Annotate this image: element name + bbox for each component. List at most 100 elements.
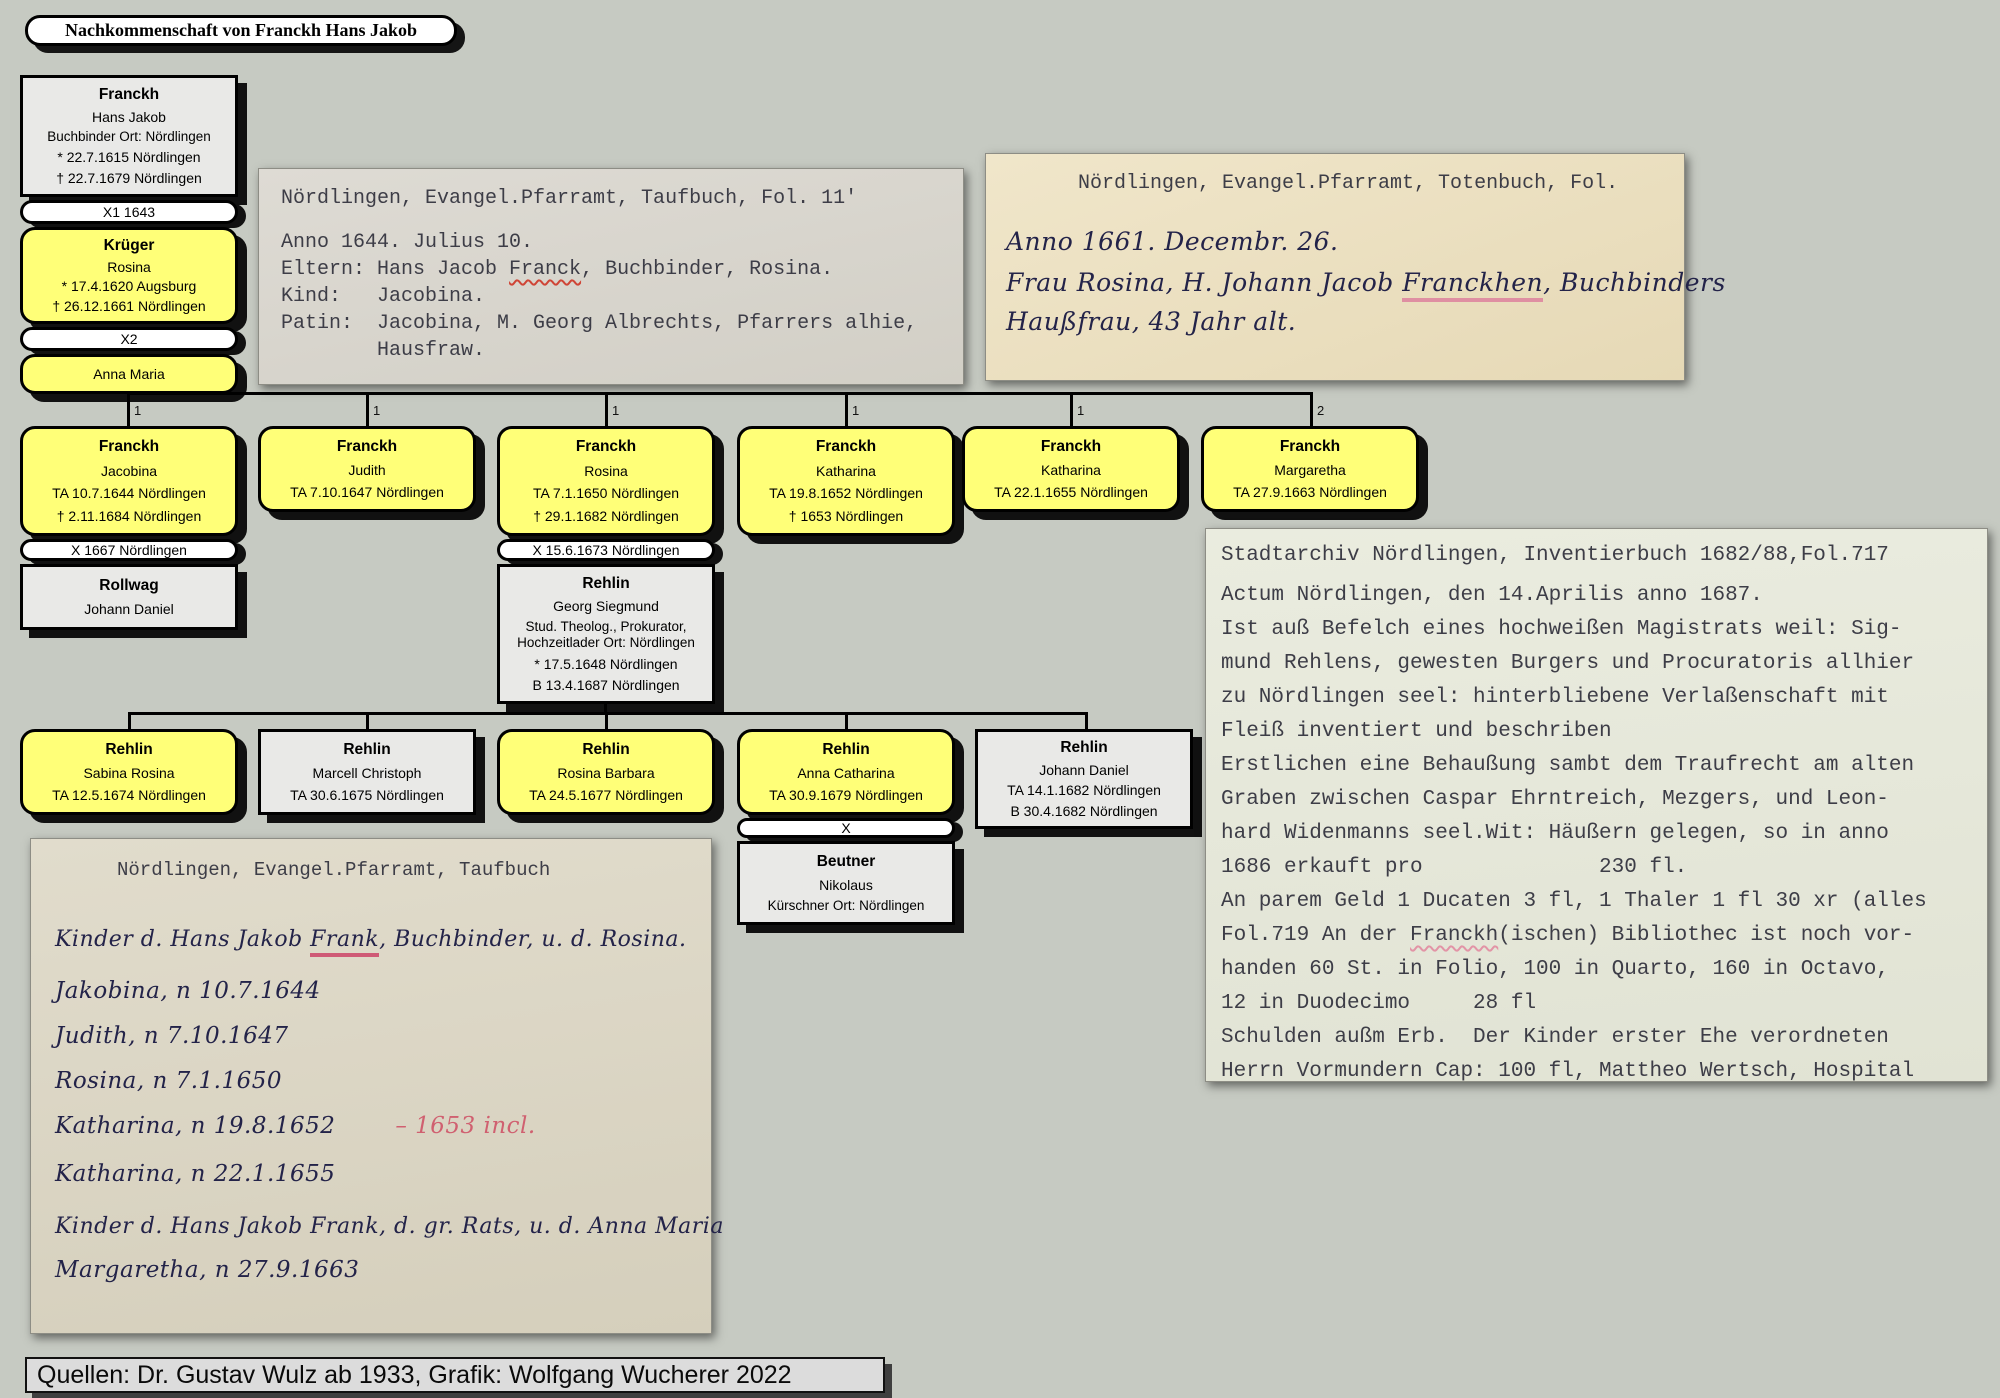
document-line: Patin: Jacobina, M. Georg Albrechts, Pfa… bbox=[281, 310, 941, 337]
person-box-krueger-rosina: Krüger Rosina * 17.4.1620 Augsburg † 26.… bbox=[20, 227, 238, 324]
document-header: Nördlingen, Evangel.Pfarramt, Taufbuch bbox=[55, 859, 687, 881]
person-box-rehlin-johann-daniel: Rehlin Johann Daniel TA 14.1.1682 Nördli… bbox=[975, 729, 1193, 829]
marriage-label: X1 1643 bbox=[103, 204, 155, 220]
text-run: , Buchbinders bbox=[1543, 268, 1726, 297]
person-burial: B 13.4.1687 Nördlingen bbox=[532, 677, 679, 693]
connector-drop bbox=[1070, 392, 1073, 426]
person-name: Sabina Rosina bbox=[83, 765, 174, 781]
document-taufbuch-typed: Nördlingen, Evangel.Pfarramt, Taufbuch, … bbox=[258, 168, 964, 385]
person-surname: Rehlin bbox=[1060, 739, 1107, 757]
person-occupation-line1: Stud. Theolog., Prokurator, bbox=[525, 619, 686, 634]
document-header: Nördlingen, Evangel.Pfarramt, Totenbuch,… bbox=[1006, 172, 1664, 195]
person-name: Johann Daniel bbox=[84, 601, 174, 617]
document-line: Herrn Vormundern Cap: 100 fl, Mattheo We… bbox=[1221, 1055, 1972, 1089]
person-death: † 1653 Nördlingen bbox=[789, 508, 903, 524]
document-line: mund Rehlens, gewesten Burgers und Procu… bbox=[1221, 647, 1972, 681]
person-death: † 26.12.1661 Nördlingen bbox=[52, 298, 205, 314]
person-surname: Franckh bbox=[337, 438, 397, 456]
document-line: hard Widenmanns seel.Wit: Häußern gelege… bbox=[1221, 817, 1972, 851]
marriage-number-tag: 1 bbox=[852, 403, 859, 418]
person-name: Anna Maria bbox=[93, 366, 165, 382]
person-surname: Franckh bbox=[576, 438, 636, 456]
person-surname: Rehlin bbox=[105, 741, 152, 759]
source-caption-text: Quellen: Dr. Gustav Wulz ab 1933, Grafik… bbox=[37, 1361, 792, 1390]
person-surname: Franckh bbox=[1041, 438, 1101, 456]
person-box-franckh-katharina-1655: Franckh Katharina TA 22.1.1655 Nördlinge… bbox=[962, 426, 1180, 512]
handwritten-line: Anno 1661. Decembr. 26. bbox=[1006, 227, 1664, 256]
person-surname: Rehlin bbox=[582, 741, 629, 759]
text-run: Kinder d. Hans Jakob bbox=[55, 927, 310, 952]
person-name: Rosina bbox=[584, 463, 628, 479]
underlined-name: Franckh bbox=[1410, 924, 1498, 947]
person-baptism: TA 14.1.1682 Nördlingen bbox=[1007, 782, 1161, 798]
person-surname: Rehlin bbox=[822, 741, 869, 759]
person-box-franckh-hans-jakob: Franckh Hans Jakob Buchbinder Ort: Nördl… bbox=[20, 75, 238, 197]
person-surname: Franckh bbox=[99, 438, 159, 456]
connector-drop bbox=[845, 392, 848, 426]
marriage-number-tag: 1 bbox=[612, 403, 619, 418]
person-death: † 22.7.1679 Nördlingen bbox=[56, 170, 202, 186]
person-surname: Franckh bbox=[1280, 438, 1340, 456]
document-inventierbuch: Stadtarchiv Nördlingen, Inventierbuch 16… bbox=[1205, 528, 1988, 1082]
handwritten-line: Frau Rosina, H. Johann Jacob Franckhen, … bbox=[1006, 268, 1664, 297]
connector-drop bbox=[366, 392, 369, 426]
marriage-label: X bbox=[841, 820, 850, 836]
person-surname: Krüger bbox=[104, 237, 155, 255]
connector-drop bbox=[845, 712, 848, 729]
person-name: Nikolaus bbox=[819, 877, 873, 893]
person-occupation: Buchbinder Ort: Nördlingen bbox=[47, 129, 211, 144]
person-baptism: TA 7.1.1650 Nördlingen bbox=[533, 485, 679, 501]
connector-gen1-horizontal bbox=[127, 392, 1313, 395]
handwritten-line: Judith, n 7.10.1647 bbox=[55, 1023, 687, 1049]
person-baptism: TA 19.8.1652 Nördlingen bbox=[769, 485, 923, 501]
connector-drop bbox=[605, 712, 608, 729]
connector-drop bbox=[128, 712, 131, 729]
person-box-franckh-judith: Franckh Judith TA 7.10.1647 Nördlingen bbox=[258, 426, 476, 512]
person-baptism: TA 24.5.1677 Nördlingen bbox=[529, 787, 683, 803]
document-line: Fol.719 An der Franckh(ischen) Bibliothe… bbox=[1221, 919, 1972, 953]
text-run: Frau Rosina, H. Johann Jacob bbox=[1006, 268, 1402, 297]
source-caption: Quellen: Dr. Gustav Wulz ab 1933, Grafik… bbox=[25, 1357, 885, 1393]
person-box-rehlin-sabina-rosina: Rehlin Sabina Rosina TA 12.5.1674 Nördli… bbox=[20, 729, 238, 815]
handwritten-line: Katharina, n 22.1.1655 bbox=[55, 1161, 687, 1187]
person-baptism: TA 27.9.1663 Nördlingen bbox=[1233, 484, 1387, 500]
person-name: Katharina bbox=[1041, 462, 1101, 478]
person-name: Anna Catharina bbox=[797, 765, 894, 781]
marriage-number-tag: 1 bbox=[373, 403, 380, 418]
text-run: Katharina, n 19.8.1652 bbox=[55, 1113, 335, 1139]
person-death: † 29.1.1682 Nördlingen bbox=[533, 508, 679, 524]
document-line: Eltern: Hans Jacob Franck, Buchbinder, R… bbox=[281, 256, 941, 283]
text-run: , Buchbinder, u. d. Rosina. bbox=[379, 927, 686, 952]
red-annotation: – 1653 incl. bbox=[395, 1113, 535, 1139]
person-box-rehlin-rosina-barbara: Rehlin Rosina Barbara TA 24.5.1677 Nördl… bbox=[497, 729, 715, 815]
person-occupation-line2: Hochzeitlader Ort: Nördlingen bbox=[517, 635, 695, 650]
document-line: An parem Geld 1 Ducaten 3 fl, 1 Thaler 1… bbox=[1221, 885, 1972, 919]
handwritten-line: Rosina, n 7.1.1650 bbox=[55, 1068, 687, 1094]
marriage-pill-x1: X1 1643 bbox=[20, 200, 238, 224]
document-taufbuch-handwritten: Nördlingen, Evangel.Pfarramt, Taufbuch K… bbox=[30, 838, 712, 1334]
handwritten-line: Kinder d. Hans Jakob Frank, d. gr. Rats,… bbox=[55, 1214, 687, 1239]
document-line: Graben zwischen Caspar Ehrntreich, Mezge… bbox=[1221, 783, 1972, 817]
document-line: 12 in Duodecimo 28 fl bbox=[1221, 987, 1972, 1021]
document-totenbuch: Nördlingen, Evangel.Pfarramt, Totenbuch,… bbox=[985, 153, 1685, 381]
person-box-rehlin-marcell-christoph: Rehlin Marcell Christoph TA 30.6.1675 Nö… bbox=[258, 729, 476, 815]
handwritten-line: Haußfrau, 43 Jahr alt. bbox=[1006, 307, 1664, 336]
handwritten-line: Kinder d. Hans Jakob Frank, Buchbinder, … bbox=[55, 927, 687, 952]
marriage-number-tag: 1 bbox=[1077, 403, 1084, 418]
document-line: Actum Nördlingen, den 14.Aprilis anno 16… bbox=[1221, 579, 1972, 613]
person-baptism: TA 10.7.1644 Nördlingen bbox=[52, 485, 206, 501]
marriage-pill-x2: X2 bbox=[20, 327, 238, 351]
person-baptism: TA 22.1.1655 Nördlingen bbox=[994, 484, 1148, 500]
person-baptism: TA 30.9.1679 Nördlingen bbox=[769, 787, 923, 803]
marriage-number-tag: 1 bbox=[134, 403, 141, 418]
document-line: Ist auß Befelch eines hochweißen Magistr… bbox=[1221, 613, 1972, 647]
marriage-label: X2 bbox=[120, 331, 137, 347]
person-box-franckh-katharina-1652: Franckh Katharina TA 19.8.1652 Nördlinge… bbox=[737, 426, 955, 536]
person-name: Katharina bbox=[816, 463, 876, 479]
person-box-anna-maria: Anna Maria bbox=[20, 354, 238, 394]
person-baptism: TA 7.10.1647 Nördlingen bbox=[290, 484, 444, 500]
person-name: Hans Jakob bbox=[92, 109, 166, 125]
person-burial: B 30.4.1682 Nördlingen bbox=[1010, 803, 1157, 819]
connector-drop bbox=[127, 392, 130, 426]
marriage-pill-anna-catharina: X bbox=[737, 818, 955, 838]
